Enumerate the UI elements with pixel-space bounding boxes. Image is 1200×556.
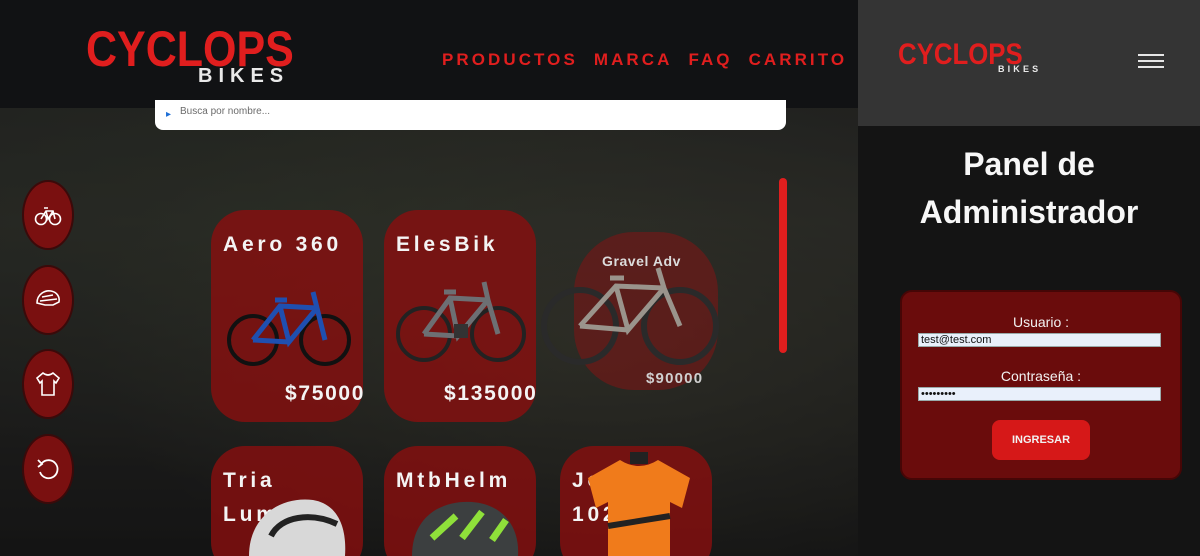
reset-icon — [37, 459, 59, 480]
logo[interactable]: CYCLOPS BIKES — [86, 24, 328, 86]
product-card[interactable]: Gravel Adv $90000 — [541, 232, 719, 390]
product-name: ElesBik — [396, 233, 499, 256]
logo-subtext: BIKES — [198, 65, 290, 87]
product-card[interactable]: Aero 360 $75000 — [211, 210, 363, 422]
road-bike-image — [227, 291, 351, 366]
login-form: Usuario : Contraseña : INGRESAR — [900, 290, 1182, 480]
reset-filter-button[interactable] — [22, 434, 74, 504]
jersey-icon — [35, 371, 61, 396]
search-input[interactable] — [178, 104, 762, 118]
search-icon: ▸ — [166, 109, 172, 120]
admin-header: CYCLOPS BIKES — [858, 0, 1200, 126]
search-bar: ▸ — [155, 100, 786, 130]
product-price: $75000 — [285, 382, 366, 405]
admin-panel: CYCLOPS BIKES Panel de Administrador Usu… — [858, 0, 1200, 556]
main-nav: PRODUCTOS MARCA FAQ CARRITO — [442, 50, 847, 70]
product-price: $135000 — [444, 382, 538, 405]
jersey-image — [588, 452, 690, 556]
login-button[interactable]: INGRESAR — [992, 420, 1090, 460]
store-area: CYCLOPS BIKES PRODUCTOS MARCA FAQ CARRIT… — [0, 0, 858, 556]
password-label: Contraseña : — [1000, 368, 1082, 384]
product-card[interactable]: Jersey 102 — [560, 446, 712, 556]
product-scrollbar[interactable] — [779, 178, 787, 353]
helmet-icon — [36, 290, 60, 306]
nav-carrito[interactable]: CARRITO — [749, 50, 848, 70]
nav-productos[interactable]: PRODUCTOS — [442, 50, 578, 70]
admin-logo-subtext: BIKES — [998, 64, 1042, 74]
nav-marca[interactable]: MARCA — [594, 50, 673, 70]
user-field[interactable] — [918, 333, 1161, 347]
filter-helmets-button[interactable] — [22, 265, 74, 335]
product-card[interactable]: ElesBik $135000 — [384, 210, 536, 422]
mtb-helmet-image — [412, 501, 519, 556]
product-price: $90000 — [646, 370, 704, 387]
nav-faq[interactable]: FAQ — [688, 50, 732, 70]
password-field[interactable] — [918, 387, 1161, 401]
gravel-bike-image — [541, 267, 719, 365]
e-bike-image — [396, 281, 526, 362]
product-name: Aero 360 — [223, 233, 342, 256]
filter-jerseys-button[interactable] — [22, 349, 74, 419]
product-card[interactable]: MtbHelm — [384, 446, 536, 556]
user-label: Usuario : — [1012, 314, 1070, 330]
admin-logo[interactable]: CYCLOPS BIKES — [898, 40, 1043, 74]
bicycle-icon — [34, 207, 62, 226]
hamburger-icon[interactable] — [1138, 54, 1164, 72]
admin-title: Panel de Administrador — [919, 146, 1139, 230]
filter-bikes-button[interactable] — [22, 180, 74, 250]
product-card[interactable]: Tria Lumos — [211, 446, 363, 556]
tri-helmet-image — [249, 499, 346, 556]
